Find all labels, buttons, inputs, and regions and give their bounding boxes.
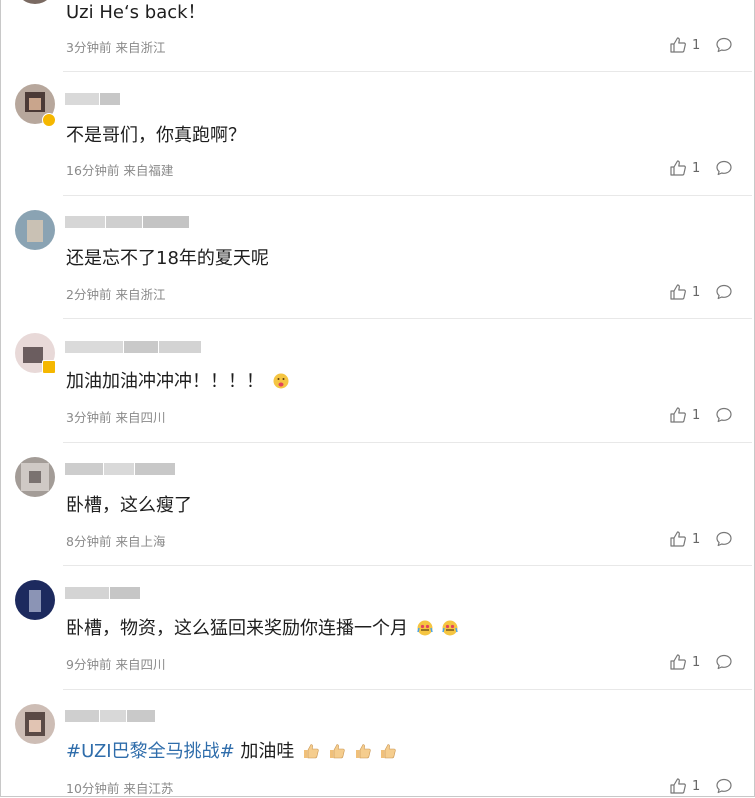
topic-link[interactable]: #UZI巴黎全马挑战# (66, 741, 235, 762)
like-count: 1 (692, 531, 701, 547)
username[interactable] (65, 339, 202, 355)
thumbs-up-icon (670, 37, 686, 53)
username[interactable] (65, 708, 156, 724)
comment-source: 来自浙江 (115, 40, 166, 55)
like-count: 1 (692, 37, 701, 53)
crying-emoji-icon (442, 620, 459, 636)
thumbs-up-emoji-icon (304, 744, 319, 759)
comment-text-body: 卧槽，物资，这么猛回来奖励你连播一个月 (66, 618, 408, 639)
comment-item: 不是哥们，你真跑啊？ 16分钟前 来自福建 1 (1, 72, 754, 196)
comment-time: 10分钟前 (66, 781, 120, 796)
like-count: 1 (692, 407, 701, 423)
comment-time: 16分钟前 (66, 163, 120, 178)
username[interactable] (65, 585, 141, 601)
thumbs-up-emoji-icon (329, 744, 345, 759)
comment-text: #UZI巴黎全马挑战# 加油哇 (66, 740, 397, 764)
comment-bubble-icon[interactable] (715, 283, 733, 301)
comment-text: Uzi He‘s back！ (66, 2, 206, 23)
avatar[interactable] (15, 210, 55, 250)
like-button[interactable]: 1 (669, 406, 700, 424)
thumbs-up-emoji-icon (381, 744, 397, 759)
comment-list: Uzi He‘s back！ 3分钟前 来自浙江 1 不是哥们，你真跑啊？ 16… (0, 0, 755, 797)
comment-time: 3分钟前 (66, 410, 112, 425)
comment-meta: 10分钟前 来自江苏 (66, 778, 174, 796)
comment-text-body: 加油加油冲冲冲！！！！ (66, 371, 264, 392)
comment-meta: 8分钟前 来自上海 (66, 531, 165, 550)
comment-source: 来自江苏 (123, 781, 174, 796)
crying-emoji-icon (417, 620, 433, 636)
comment-item: #UZI巴黎全马挑战# 加油哇 10分钟前 来自江苏 1 (1, 690, 754, 796)
comment-time: 3分钟前 (66, 40, 112, 55)
like-count: 1 (692, 284, 701, 300)
comment-item: 卧槽，物资，这么猛回来奖励你连播一个月 9分钟前 来自四川 1 (1, 566, 754, 690)
comment-item: 卧槽，这么瘦了 8分钟前 来自上海 1 (1, 443, 754, 566)
comment-text: 不是哥们，你真跑啊？ (66, 125, 246, 146)
comment-meta: 2分钟前 来自浙江 (66, 284, 165, 303)
comment-text: 卧槽，物资，这么猛回来奖励你连播一个月 (66, 617, 459, 641)
thumbs-up-icon (670, 531, 686, 547)
like-count: 1 (692, 160, 701, 176)
comment-bubble-icon[interactable] (715, 777, 733, 795)
thumbs-up-icon (670, 160, 686, 176)
thumbs-up-icon (670, 654, 686, 670)
like-count: 1 (692, 778, 701, 794)
thumbs-up-emoji-icon (355, 744, 371, 759)
like-button[interactable]: 1 (669, 530, 700, 548)
like-button[interactable]: 1 (669, 36, 700, 54)
comment-text: 卧槽，这么瘦了 (66, 495, 192, 516)
like-button[interactable]: 1 (669, 777, 700, 795)
comment-text: 还是忘不了18年的夏天呢 (66, 248, 269, 269)
like-count: 1 (692, 654, 701, 670)
verified-badge-icon (42, 113, 56, 127)
comment-bubble-icon[interactable] (715, 653, 733, 671)
comment-time: 8分钟前 (66, 534, 112, 549)
comment-bubble-icon[interactable] (715, 406, 733, 424)
comment-meta: 3分钟前 来自四川 (66, 407, 165, 426)
comment-text: 加油加油冲冲冲！！！！ (66, 370, 290, 394)
avatar[interactable] (15, 704, 55, 744)
comment-bubble-icon[interactable] (715, 36, 733, 54)
comment-text-body: 加油哇 (234, 741, 295, 762)
verified-badge-icon (42, 360, 56, 374)
comment-meta: 9分钟前 来自四川 (66, 654, 165, 673)
comment-source: 来自四川 (115, 410, 166, 425)
like-button[interactable]: 1 (669, 283, 700, 301)
tongue-emoji-icon (273, 373, 289, 389)
comment-item: Uzi He‘s back！ 3分钟前 来自浙江 1 (1, 0, 754, 72)
like-button[interactable]: 1 (669, 159, 700, 177)
username[interactable] (65, 91, 121, 107)
comment-meta: 16分钟前 来自福建 (66, 160, 173, 179)
avatar[interactable] (15, 580, 55, 620)
username[interactable] (65, 214, 190, 230)
comment-time: 2分钟前 (66, 287, 112, 302)
avatar[interactable] (15, 457, 55, 497)
like-button[interactable]: 1 (669, 653, 700, 671)
comment-item: 加油加油冲冲冲！！！！ 3分钟前 来自四川 1 (1, 319, 754, 443)
comment-source: 来自福建 (123, 163, 174, 178)
avatar[interactable] (15, 0, 55, 4)
username[interactable] (65, 461, 176, 477)
comment-time: 9分钟前 (66, 657, 112, 672)
thumbs-up-icon (670, 778, 686, 794)
comment-bubble-icon[interactable] (715, 530, 733, 548)
thumbs-up-icon (670, 407, 686, 423)
comment-source: 来自四川 (115, 657, 166, 672)
thumbs-up-icon (670, 284, 686, 300)
comment-source: 来自上海 (115, 534, 166, 549)
comment-bubble-icon[interactable] (715, 159, 733, 177)
comment-meta: 3分钟前 来自浙江 (66, 37, 165, 56)
comment-source: 来自浙江 (115, 287, 166, 302)
comment-item: 还是忘不了18年的夏天呢 2分钟前 来自浙江 1 (1, 196, 754, 319)
